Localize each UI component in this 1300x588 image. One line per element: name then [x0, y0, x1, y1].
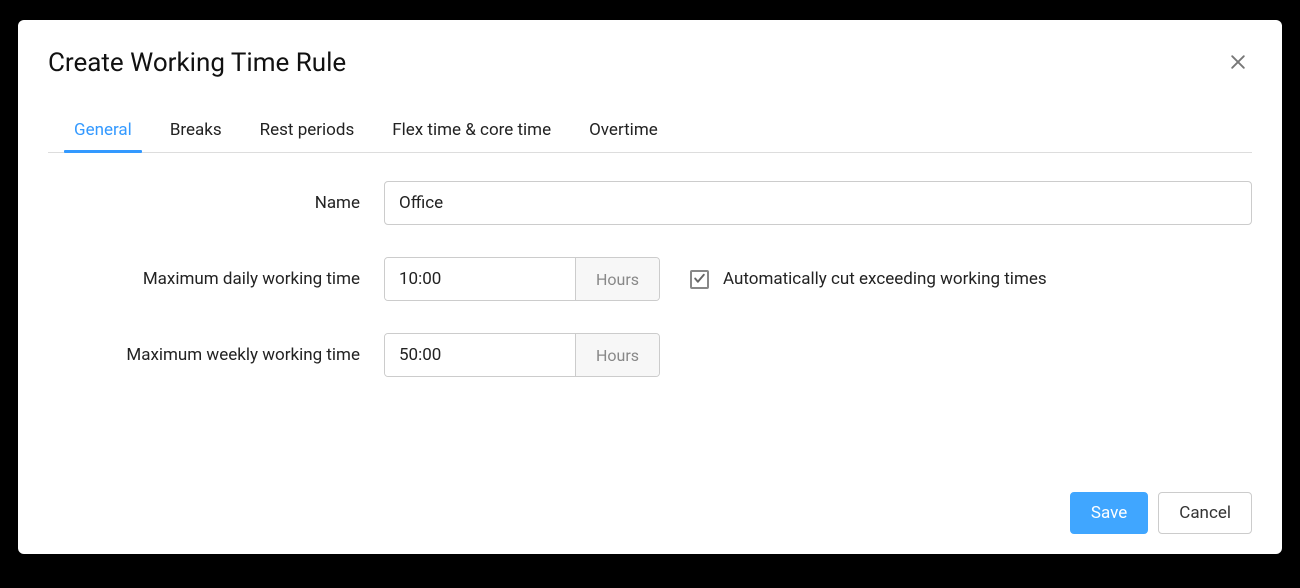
max-daily-input-group: Hours [384, 257, 660, 301]
modal-footer: Save Cancel [48, 482, 1252, 534]
max-weekly-unit: Hours [575, 334, 659, 376]
tabs: General Breaks Rest periods Flex time & … [48, 110, 1252, 153]
max-daily-input[interactable] [385, 258, 575, 300]
max-daily-label: Maximum daily working time [48, 269, 384, 289]
tab-overtime[interactable]: Overtime [587, 110, 660, 152]
tab-rest-periods[interactable]: Rest periods [258, 110, 357, 152]
cancel-button[interactable]: Cancel [1158, 492, 1252, 534]
check-icon [693, 270, 706, 289]
auto-cut-label: Automatically cut exceeding working time… [723, 269, 1047, 289]
checkbox-box [690, 270, 709, 289]
row-max-daily: Maximum daily working time Hours Automat [48, 257, 1252, 301]
modal-header: Create Working Time Rule [48, 48, 1252, 78]
create-working-time-rule-modal: Create Working Time Rule General Breaks … [18, 20, 1282, 554]
tab-flex-core-time[interactable]: Flex time & core time [390, 110, 553, 152]
form-panel: Name Maximum daily working time Hours [48, 153, 1252, 482]
tab-general[interactable]: General [72, 110, 134, 152]
max-weekly-input-group: Hours [384, 333, 660, 377]
save-button[interactable]: Save [1070, 492, 1148, 534]
modal-title: Create Working Time Rule [48, 48, 346, 78]
max-weekly-label: Maximum weekly working time [48, 345, 384, 365]
close-button[interactable] [1224, 48, 1252, 76]
max-weekly-input[interactable] [385, 334, 575, 376]
name-input[interactable] [384, 181, 1252, 225]
tab-breaks[interactable]: Breaks [168, 110, 224, 152]
row-name: Name [48, 181, 1252, 225]
close-icon [1228, 60, 1248, 75]
max-daily-unit: Hours [575, 258, 659, 300]
name-label: Name [48, 193, 384, 213]
row-max-weekly: Maximum weekly working time Hours [48, 333, 1252, 377]
auto-cut-checkbox[interactable]: Automatically cut exceeding working time… [690, 269, 1047, 289]
